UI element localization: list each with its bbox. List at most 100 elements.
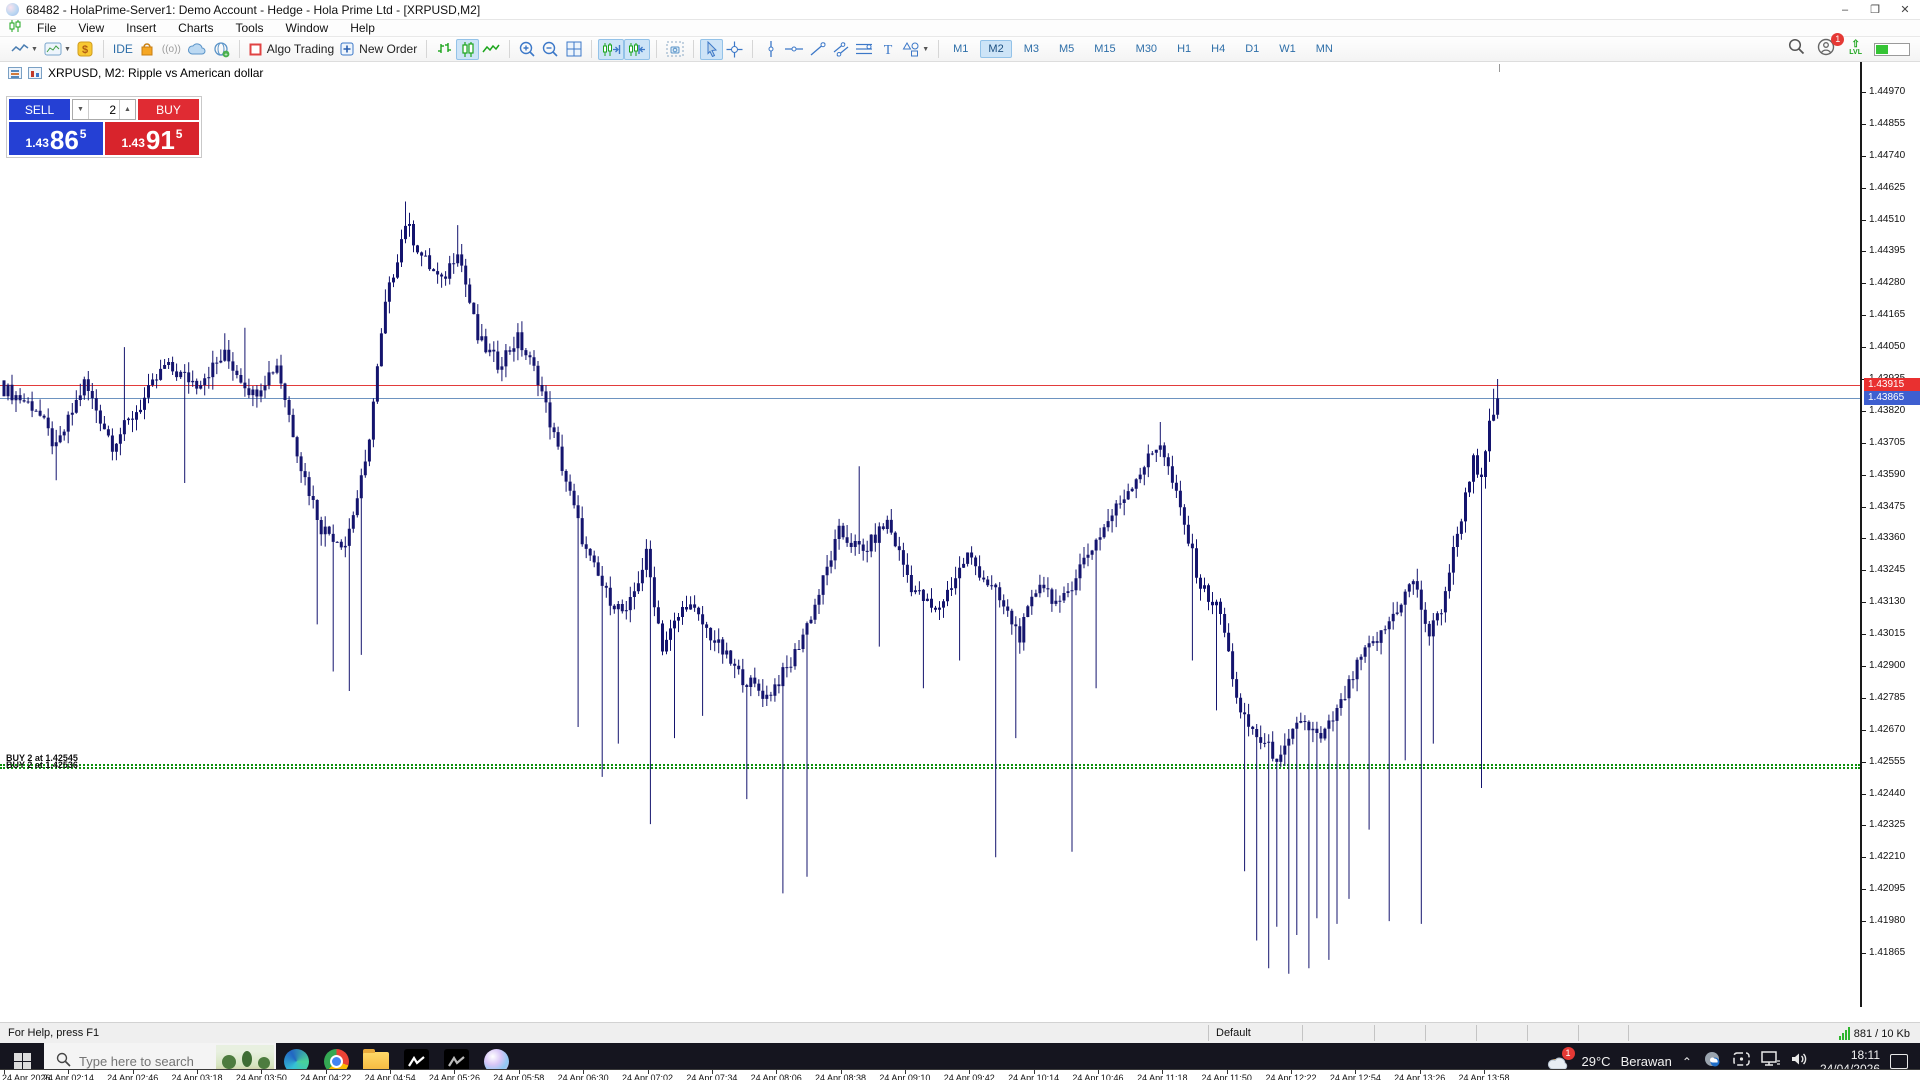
chart-type-icon[interactable] — [28, 67, 42, 79]
time-label: 24 Apr 07:34 — [679, 1073, 745, 1080]
search-icon[interactable] — [1788, 38, 1805, 60]
price-label: 1.43245 — [1869, 564, 1905, 575]
chart-window-icon[interactable] — [8, 19, 22, 37]
sell-button[interactable]: SELL — [9, 99, 70, 120]
price-label: 1.44395 — [1869, 245, 1905, 256]
time-axis[interactable]: 24 Apr 202624 Apr 02:1424 Apr 02:4624 Ap… — [0, 1069, 1920, 1080]
price-tick — [1862, 220, 1866, 221]
price-label: 1.44740 — [1869, 150, 1905, 161]
position-label: BUY 2 at 1.42536 — [6, 760, 78, 770]
hidden-icons-chevron[interactable]: ⌃ — [1682, 1055, 1692, 1069]
buy-price[interactable]: 1.43 91 5 — [105, 122, 199, 155]
crosshair-button[interactable] — [723, 39, 746, 60]
zoom-out-button[interactable] — [539, 39, 562, 60]
new-order-button[interactable]: New Order — [337, 39, 420, 60]
search-input[interactable] — [79, 1054, 219, 1069]
close-button[interactable]: ✕ — [1890, 0, 1920, 19]
statusbar-separator — [1374, 1025, 1375, 1041]
menu-charts[interactable]: Charts — [167, 21, 224, 35]
menu-view[interactable]: View — [67, 21, 115, 35]
minimize-button[interactable]: – — [1830, 0, 1860, 19]
notifications-icon[interactable]: 1 — [1817, 38, 1837, 61]
menu-window[interactable]: Window — [275, 21, 340, 35]
buy-button[interactable]: BUY — [138, 99, 199, 120]
price-label: 1.42900 — [1869, 660, 1905, 671]
time-label: 24 Apr 03:50 — [228, 1073, 294, 1080]
price-tick — [1862, 538, 1866, 539]
ask-price-badge: 1.43915 — [1864, 378, 1920, 392]
time-label: 24 Apr 13:26 — [1387, 1073, 1453, 1080]
chart-area[interactable]: BUY 2 at 1.42545BUY 2 at 1.42536 XRPUSD,… — [0, 62, 1920, 1007]
timeframe-m5[interactable]: M5 — [1051, 40, 1082, 58]
time-label: 24 Apr 06:30 — [550, 1073, 616, 1080]
price-label: 1.42095 — [1869, 883, 1905, 894]
title-bar: 68482 - HolaPrime-Server1: Demo Account … — [0, 0, 1920, 20]
statusbar-separator — [1476, 1025, 1477, 1041]
tile-windows-button[interactable] — [562, 39, 585, 60]
text-tool[interactable]: T — [876, 39, 899, 60]
fibonacci-tool[interactable] — [852, 39, 876, 60]
price-label: 1.43590 — [1869, 469, 1905, 480]
channel-tool[interactable] — [829, 39, 852, 60]
horizontal-line-tool[interactable] — [782, 39, 806, 60]
menu-tools[interactable]: Tools — [225, 21, 275, 35]
svg-text:T: T — [883, 43, 892, 56]
timeframe-m2[interactable]: M2 — [980, 40, 1011, 58]
menu-file[interactable]: File — [26, 21, 67, 35]
chart-shift-button[interactable] — [624, 39, 650, 60]
price-tick — [1862, 921, 1866, 922]
trendline-tool[interactable] — [806, 39, 829, 60]
time-label: 24 Apr 12:54 — [1322, 1073, 1388, 1080]
community-button[interactable]: + — [210, 39, 233, 60]
candlestick-mode-button[interactable] — [456, 39, 479, 60]
shapes-tool[interactable]: ▼ — [899, 39, 932, 60]
action-center-icon[interactable] — [1890, 1054, 1908, 1069]
menu-help[interactable]: Help — [339, 21, 386, 35]
timeframe-h1[interactable]: H1 — [1169, 40, 1199, 58]
bar-chart-mode-button[interactable] — [433, 39, 456, 60]
price-label: 1.42210 — [1869, 851, 1905, 862]
temperature[interactable]: 29°C — [1582, 1054, 1611, 1069]
sell-price[interactable]: 1.43 86 5 — [9, 122, 103, 155]
ide-button[interactable]: IDE — [110, 39, 136, 60]
bid-price-badge: 1.43865 — [1864, 391, 1920, 405]
vps-cloud-button[interactable] — [184, 39, 210, 60]
timeframe-mn[interactable]: MN — [1308, 40, 1341, 58]
timeframe-w1[interactable]: W1 — [1271, 40, 1304, 58]
restore-button[interactable]: ❐ — [1860, 0, 1890, 19]
vertical-line-tool[interactable] — [759, 39, 782, 60]
time-label: 24 Apr 13:58 — [1451, 1073, 1517, 1080]
depth-of-market-icon[interactable] — [8, 67, 22, 79]
level-up-icon[interactable]: ⇧LVL — [1849, 41, 1862, 57]
line-chart-mode-button[interactable] — [479, 39, 503, 60]
timeframe-m30[interactable]: M30 — [1128, 40, 1165, 58]
screenshot-button[interactable] — [663, 39, 687, 60]
price-axis[interactable]: 1.449701.448551.447401.446251.445101.443… — [1860, 62, 1920, 1007]
weather-description[interactable]: Berawan — [1621, 1054, 1672, 1069]
volume-input[interactable] — [89, 100, 119, 119]
indicators-button[interactable]: ▼ — [41, 39, 74, 60]
volume-decrease-button[interactable]: ▼ — [73, 100, 89, 119]
auto-scroll-button[interactable] — [598, 39, 624, 60]
signals-button[interactable]: ((o)) — [159, 39, 184, 60]
timeframe-m3[interactable]: M3 — [1016, 40, 1047, 58]
price-tick — [1862, 156, 1866, 157]
timeframe-m1[interactable]: M1 — [945, 40, 976, 58]
timeframe-d1[interactable]: D1 — [1237, 40, 1267, 58]
profile-cell[interactable]: Default — [1216, 1027, 1251, 1039]
chart-profile-button[interactable]: ▼ — [8, 39, 41, 60]
menu-insert[interactable]: Insert — [115, 21, 167, 35]
statusbar-separator — [1628, 1025, 1629, 1041]
symbols-button[interactable]: $ — [74, 39, 97, 60]
timeframe-h4[interactable]: H4 — [1203, 40, 1233, 58]
market-button[interactable] — [136, 39, 159, 60]
price-tick — [1862, 283, 1866, 284]
volume-increase-button[interactable]: ▲ — [119, 100, 135, 119]
algo-trading-button[interactable]: Algo Trading — [246, 39, 337, 60]
timeframe-m15[interactable]: M15 — [1086, 40, 1123, 58]
symbol-description: XRPUSD, M2: Ripple vs American dollar — [48, 66, 263, 80]
window-title: 68482 - HolaPrime-Server1: Demo Account … — [26, 3, 480, 17]
time-label: 24 Apr 02:14 — [35, 1073, 101, 1080]
zoom-in-button[interactable] — [516, 39, 539, 60]
cursor-button[interactable] — [700, 39, 723, 60]
